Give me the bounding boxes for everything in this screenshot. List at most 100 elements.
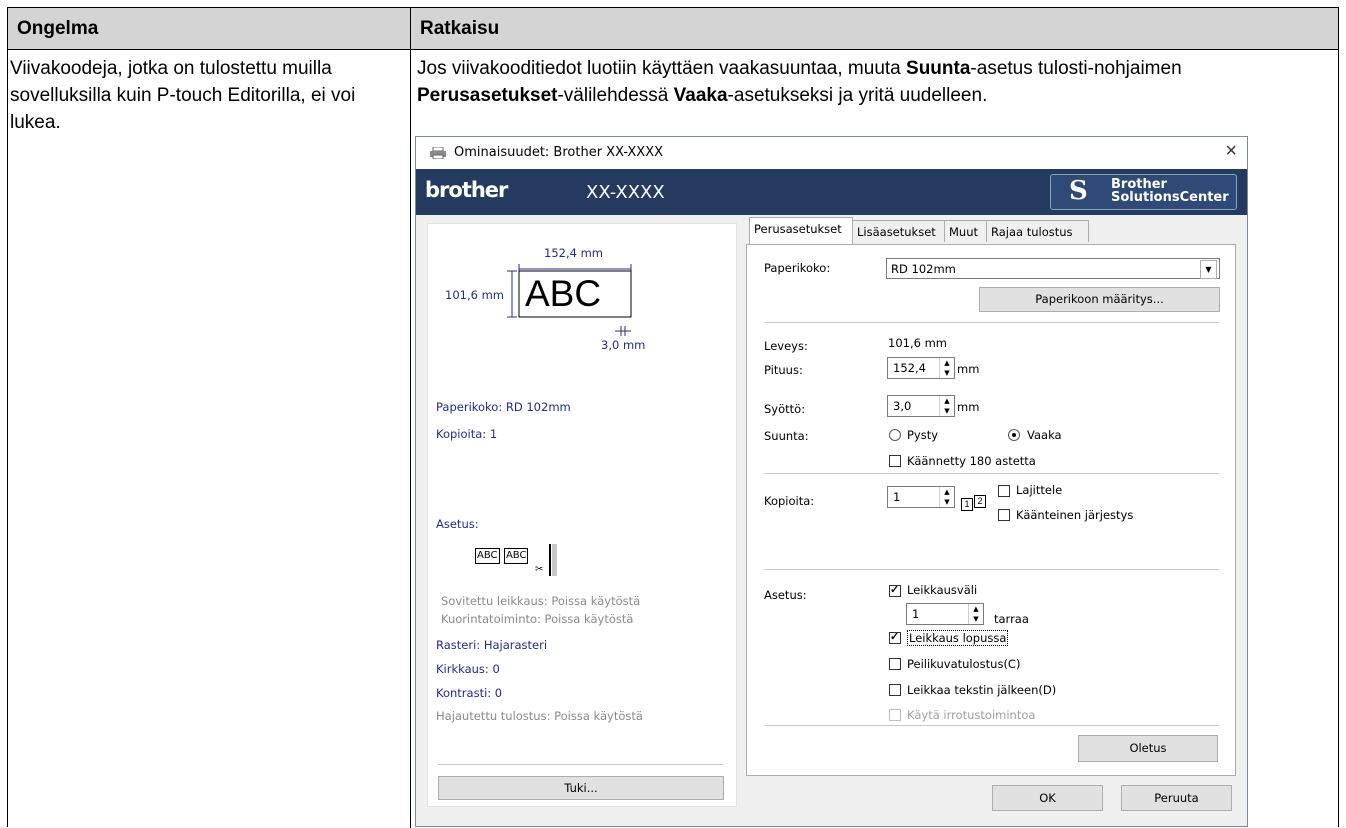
solutions-center-icon: S [1069,176,1088,206]
preview-height-dim: 101,6 mm [445,288,504,302]
dialog-titlebar: Ominaisuudet: Brother XX-XXXX × [416,137,1247,169]
feed-label: Syöttö: [764,402,806,416]
collate-icon: 1 2 [961,495,991,511]
feed-unit: mm [957,400,980,414]
use-peel-label: Käytä irrotustoimintoa [907,708,1036,722]
collate-digit-1: 1 [961,498,973,511]
dialog-title: Ominaisuudet: Brother XX-XXXX [454,145,664,160]
default-button[interactable]: Oletus [1078,735,1218,762]
length-input[interactable]: 152,4 ▲ ▼ [887,357,955,379]
close-icon[interactable]: × [1225,140,1237,163]
cut-at-end-label[interactable]: Leikkaus lopussa [907,630,1009,646]
summary-fitted-cut: Sovitettu leikkaus: Poissa käytöstä [441,594,641,608]
collate-digit-2: 2 [974,495,986,508]
summary-raster: Rasteri: Hajarasteri [436,638,548,652]
solution-text: Jos viivakooditiedot luotiin käyttäen va… [417,55,1322,109]
cut-every-unit: tarraa [994,612,1029,626]
solution-part4: -asetukseksi ja yritä uudelleen. [727,85,988,106]
radio-landscape[interactable] [1008,429,1020,441]
separator-3 [764,569,1219,570]
cut-interval-checkbox[interactable]: ✓ [889,584,901,597]
reverse-order-checkbox[interactable] [998,509,1010,521]
solution-bold-vaaka: Vaaka [673,85,728,106]
solution-part3: -välilehdessä [557,85,674,106]
cut-setting-icons: ABC ABC [475,545,529,565]
copies-spinner[interactable]: ▲ ▼ [939,487,954,507]
mirror-print-checkbox[interactable] [889,658,901,670]
cancel-button[interactable]: Peruuta [1121,785,1232,811]
cut-at-end-checkbox[interactable]: ✓ [889,631,901,644]
rotated-180-label[interactable]: Käännetty 180 astetta [907,454,1036,468]
solution-part2: -asetus tulosti-nohjaimen [970,58,1182,79]
copies-value: 1 [893,490,901,504]
tab-muut[interactable]: Muut [944,220,987,242]
summary-brightness: Kirkkaus: 0 [436,662,500,676]
paper-size-value: RD 102mm [891,262,956,276]
cut-after-text-label[interactable]: Leikkaa tekstin jälkeen(D) [907,683,1056,697]
cut-every-value: 1 [912,607,920,621]
svg-text:✂: ✂ [535,564,543,575]
header-problem: Ongelma [17,18,99,39]
mirror-print-label[interactable]: Peilikuvatulostus(C) [907,657,1020,671]
separator-4 [764,725,1219,726]
preview-sample-text: ABC [525,273,602,314]
radio-landscape-label[interactable]: Vaaka [1027,428,1062,442]
orientation-label: Suunta: [764,429,809,443]
preview-pane: 152,4 mm 101,6 mm ABC 3,0 mm Paperikoko:… [427,223,737,807]
radio-portrait-label[interactable]: Pysty [907,428,938,442]
preview-width-dim: 152,4 mm [544,246,603,260]
rotated-180-checkbox[interactable] [889,455,901,467]
collate-checkbox[interactable] [998,485,1010,497]
summary-copies: Kopioita: 1 [436,427,498,441]
copies-label: Kopioita: [764,494,815,508]
paper-size-label: Paperikoko: [764,261,831,275]
problem-text: Viivakoodeja, jotka on tulostettu muilla… [10,58,356,133]
paper-size-define-button[interactable]: Paperikoon määritys... [979,287,1220,312]
feed-input[interactable]: 3,0 ▲ ▼ [887,395,955,417]
mini-label-2: ABC [503,548,529,564]
column-divider [410,8,411,828]
table-header: Ongelma Ratkaisu [8,8,1338,50]
width-label: Leveys: [764,339,808,353]
length-unit: mm [957,362,980,376]
printer-properties-dialog: Ominaisuudet: Brother XX-XXXX × brother … [415,136,1248,827]
tab-lisaasetukset[interactable]: Lisäasetukset [852,220,945,242]
scissors-icon: ✂ [535,544,557,576]
use-peel-checkbox [889,709,901,721]
reverse-order-label[interactable]: Käänteinen järjestys [1016,508,1133,522]
preview-divider [438,764,723,765]
length-label: Pituus: [764,363,803,377]
cut-interval-label[interactable]: Leikkausväli [907,583,977,597]
length-spinner[interactable]: ▲ ▼ [939,358,954,378]
summary-contrast: Kontrasti: 0 [436,686,503,700]
chevron-down-icon[interactable]: ▼ [1200,260,1217,279]
feed-spinner[interactable]: ▲ ▼ [939,396,954,416]
solution-bold-suunta: Suunta [906,58,971,79]
width-value: 101,6 mm [888,336,947,350]
copies-input[interactable]: 1 ▲ ▼ [887,486,955,508]
tab-perusasetukset[interactable]: Perusasetukset [749,217,853,244]
length-value: 152,4 [893,361,926,375]
preview-feed-dim: 3,0 mm [601,338,646,352]
support-button[interactable]: Tuki... [438,776,724,800]
printer-model: XX-XXXX [586,182,665,203]
cut-every-spinner[interactable]: ▲ ▼ [968,604,983,624]
tab-rajaa-tulostus[interactable]: Rajaa tulostus [986,220,1089,242]
cut-after-text-checkbox[interactable] [889,684,901,696]
mini-label-1: ABC [475,548,500,564]
setting-label: Asetus: [764,588,807,602]
radio-portrait[interactable] [889,429,901,441]
summary-paper-size: Paperikoko: RD 102mm [436,400,571,414]
paper-size-select[interactable]: RD 102mm ▼ [886,258,1220,279]
summary-setting-label: Asetus: [436,517,479,531]
solutions-center-line2: SolutionsCenter [1111,190,1229,205]
header-solution: Ratkaisu [420,18,500,39]
cut-every-input[interactable]: 1 ▲ ▼ [906,603,984,625]
separator-2 [764,473,1219,474]
solutions-center-button[interactable]: S Brother SolutionsCenter [1050,174,1237,210]
brand-banner: brother XX-XXXX S Brother SolutionsCente… [416,169,1247,215]
brother-logo: brother [425,178,508,202]
ok-button[interactable]: OK [992,785,1103,811]
feed-value: 3,0 [893,399,912,413]
collate-label[interactable]: Lajittele [1016,483,1062,497]
